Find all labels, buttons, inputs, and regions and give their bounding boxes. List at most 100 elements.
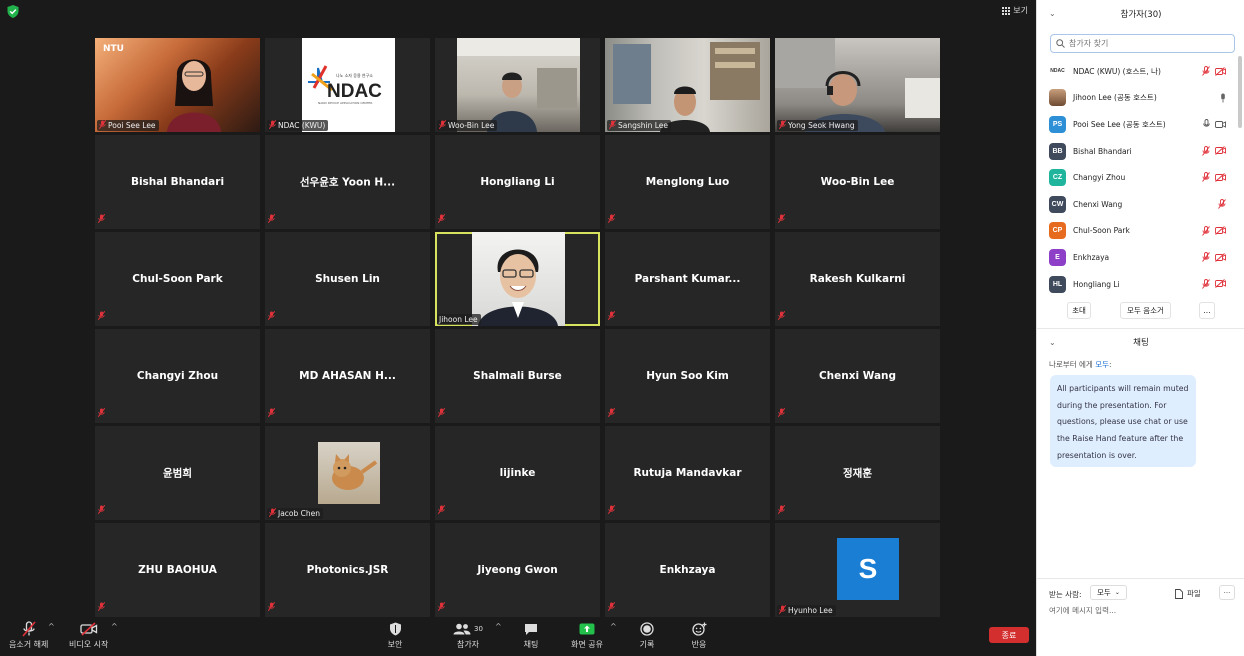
participant-tile[interactable]: lijinke — [435, 426, 600, 520]
video-options-caret-icon[interactable]: ^ — [111, 622, 118, 631]
participant-name: NDAC (KWU) — [278, 121, 326, 130]
audio-options-caret-icon[interactable]: ^ — [48, 622, 55, 631]
participant-tile[interactable]: NDAC 나노 소자 응용 연구소 NANO DEVICE APPLICATION … — [265, 38, 430, 132]
participant-tile[interactable]: Hyun Soo Kim — [605, 329, 770, 423]
participant-name: Enkhzaya — [659, 564, 716, 576]
participant-tile[interactable]: MD AHASAN H... — [265, 329, 430, 423]
participant-list-item[interactable]: CP Chul-Soon Park — [1037, 218, 1242, 245]
file-button[interactable]: 파일 — [1175, 588, 1201, 599]
participant-tile[interactable]: 선우윤호 Yoon H... — [265, 135, 430, 229]
security-button[interactable]: 보안 — [384, 620, 406, 650]
participant-tile[interactable]: Shusen Lin — [265, 232, 430, 326]
chat-input[interactable]: 여기에 메시지 입력... — [1049, 605, 1116, 616]
participant-tile[interactable]: Parshant Kumar... — [605, 232, 770, 326]
participant-more-button[interactable]: ... — [1199, 302, 1215, 319]
video-off-icon — [1215, 146, 1226, 156]
search-icon — [1056, 39, 1065, 48]
chat-more-button[interactable]: ··· — [1219, 585, 1235, 600]
participant-list-item[interactable]: Jihoon Lee (공동 호스트) — [1037, 85, 1242, 112]
participant-tile[interactable]: Shalmali Burse — [435, 329, 600, 423]
mic-muted-icon — [98, 499, 105, 518]
share-screen-button[interactable]: 화면 공유 — [571, 620, 603, 650]
participant-tile[interactable]: Jihoon Lee — [435, 232, 600, 326]
participant-tile[interactable]: Rakesh Kulkarni — [775, 232, 940, 326]
encryption-shield-icon[interactable] — [7, 5, 19, 18]
share-screen-icon — [576, 620, 598, 638]
participants-panel-title: 참가자(30) — [1120, 10, 1162, 20]
avatar: NDAC — [1049, 62, 1066, 80]
participant-tile[interactable]: NTU Pooi See Lee — [95, 38, 260, 132]
participant-name: ZHU BAOHUA — [138, 564, 217, 576]
participant-tile[interactable]: Chul-Soon Park — [95, 232, 260, 326]
participant-name: Yong Seok Hwang — [788, 121, 855, 130]
participant-tile[interactable]: Chenxi Wang — [775, 329, 940, 423]
participant-list-item[interactable]: NDAC NDAC (KWU) (호스트, 나) — [1037, 58, 1242, 85]
mic-muted-icon — [608, 499, 615, 518]
start-video-button[interactable]: 비디오 시작 — [69, 620, 108, 650]
meeting-toolbar: 음소거 해제 ^ 비디오 시작 ^ 보안 30 참가자 ^ 채팅 화면 공유 ^… — [0, 618, 1036, 656]
participant-tile[interactable]: Jiyeong Gwon — [435, 523, 600, 617]
participant-tile[interactable]: Jacob Chen — [265, 426, 430, 520]
participants-options-caret-icon[interactable]: ^ — [495, 622, 502, 631]
participant-tile[interactable]: S Hyunho Lee — [775, 523, 940, 617]
participant-list-item[interactable]: BB Bishal Bhandari — [1037, 138, 1242, 165]
participant-name: Hongliang Li — [480, 176, 555, 188]
participant-tile[interactable]: 윤범희 — [95, 426, 260, 520]
participant-tile[interactable]: Woo-Bin Lee — [435, 38, 600, 132]
mic-muted-icon — [438, 402, 445, 421]
participant-tile[interactable]: Bishal Bhandari — [95, 135, 260, 229]
participant-name: 정재훈 — [843, 467, 872, 480]
video-feed — [472, 232, 565, 326]
chat-button[interactable]: 채팅 — [520, 620, 542, 650]
mic-muted-icon — [779, 120, 786, 131]
unmute-button[interactable]: 음소거 해제 — [9, 620, 48, 650]
end-meeting-button[interactable]: 종료 — [989, 627, 1029, 643]
mute-all-button[interactable]: 모두 음소거 — [1120, 302, 1171, 319]
mic-muted-icon — [608, 596, 615, 615]
invite-button[interactable]: 초대 — [1067, 302, 1091, 319]
participant-status-icons — [1202, 145, 1226, 156]
ndac-logo-card: NDAC 나노 소자 응용 연구소 NANO DEVICE APPLICATION … — [302, 38, 395, 132]
record-icon — [636, 620, 658, 638]
reactions-button[interactable]: 반응 — [688, 620, 710, 650]
participant-list-item[interactable]: CZ Changyi Zhou — [1037, 164, 1242, 191]
file-icon — [1175, 588, 1183, 599]
participant-tile[interactable]: ZHU BAOHUA — [95, 523, 260, 617]
participant-actions: 초대 모두 음소거 ... — [1037, 302, 1244, 320]
participant-list-item[interactable]: CW Chenxi Wang — [1037, 191, 1242, 218]
cat-profile-image — [318, 442, 380, 504]
participant-list-name: Chul-Soon Park — [1073, 226, 1130, 236]
participant-name: Woo-Bin Lee — [448, 121, 495, 130]
participant-tile[interactable]: Changyi Zhou — [95, 329, 260, 423]
participant-list-name: Chenxi Wang — [1073, 199, 1123, 209]
participants-button[interactable]: 30 참가자 — [448, 620, 488, 650]
share-options-caret-icon[interactable]: ^ — [610, 622, 617, 631]
participant-status-icons — [1202, 225, 1226, 236]
participant-tile[interactable]: Hongliang Li — [435, 135, 600, 229]
participant-tile[interactable]: Rutuja Mandavkar — [605, 426, 770, 520]
record-button[interactable]: 기록 — [636, 620, 658, 650]
recipient-select[interactable]: 모두 ⌄ — [1090, 585, 1127, 600]
participant-list-scrollbar[interactable] — [1238, 56, 1242, 128]
participant-tile[interactable]: Yong Seok Hwang — [775, 38, 940, 132]
participant-tile[interactable]: Woo-Bin Lee — [775, 135, 940, 229]
participant-list-item[interactable]: HL Hongliang Li — [1037, 271, 1242, 298]
participant-search[interactable] — [1050, 34, 1235, 53]
participant-tile[interactable]: Photonics.JSR — [265, 523, 430, 617]
participant-tile[interactable]: Menglong Luo — [605, 135, 770, 229]
person-figure — [167, 59, 221, 132]
chat-panel-header: ⌄ 채팅 — [1037, 333, 1244, 351]
participant-search-input[interactable] — [1069, 39, 1229, 48]
unmute-label: 음소거 해제 — [9, 640, 49, 649]
participants-panel-header: ⌄ 참가자(30) — [1037, 0, 1244, 28]
participant-name: Pooi See Lee — [108, 121, 156, 130]
chat-compose: 받는 사람: 모두 ⌄ 파일 ··· 여기에 메시지 입력... — [1037, 583, 1244, 633]
participant-tile[interactable]: Enkhzaya — [605, 523, 770, 617]
participant-list-item[interactable]: E Enkhzaya — [1037, 244, 1242, 271]
view-button[interactable]: 보기 — [1002, 5, 1028, 16]
participant-list-name: Jihoon Lee (공동 호스트) — [1073, 93, 1157, 103]
participant-list-item[interactable]: PS Pooi See Lee (공동 호스트) — [1037, 111, 1242, 138]
participant-tile[interactable]: Sangshin Lee — [605, 38, 770, 132]
participant-tile[interactable]: 정재훈 — [775, 426, 940, 520]
chat-from-recipient[interactable]: 모두 — [1095, 360, 1109, 369]
